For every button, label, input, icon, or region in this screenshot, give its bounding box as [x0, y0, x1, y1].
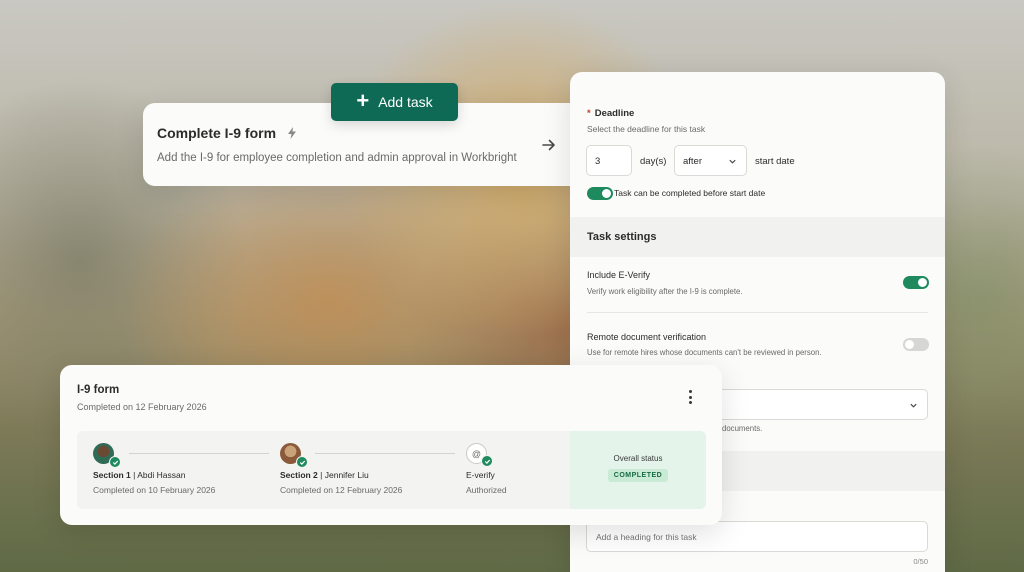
step-section-1: Section 1 | Abdi Hassan Completed on 10 … — [93, 443, 215, 495]
add-task-button[interactable]: + Add task — [331, 83, 458, 121]
remote-verification-title: Remote document verification — [587, 332, 707, 342]
early-completion-label: Task can be completed before start date — [614, 188, 766, 198]
deadline-subtitle: Select the deadline for this task — [587, 124, 706, 134]
documents-note: documents. — [722, 424, 763, 433]
more-options-icon[interactable] — [683, 389, 697, 405]
status-badge: COMPLETED — [607, 469, 669, 482]
chevron-down-icon — [910, 403, 917, 408]
task-heading-input[interactable] — [586, 521, 928, 552]
bolt-icon — [288, 127, 297, 139]
deadline-label: * Deadline — [587, 108, 634, 119]
add-task-label: Add task — [378, 94, 433, 110]
avatar — [280, 443, 308, 468]
task-description: Add the I-9 for employee completion and … — [157, 152, 517, 164]
overall-status: Overall status COMPLETED — [570, 431, 706, 509]
everify-subtitle: Verify work eligibility after the I-9 is… — [587, 287, 743, 296]
step-person: Jennifer Liu — [324, 470, 369, 480]
step-section: Section 1 — [93, 470, 131, 480]
check-icon — [109, 456, 121, 468]
overall-status-label: Overall status — [613, 454, 663, 463]
step-label: E-verify — [466, 470, 507, 480]
step-section: Section 2 — [280, 470, 318, 480]
relation-value: after — [683, 156, 703, 167]
plus-icon: + — [356, 88, 370, 113]
step-date: Completed on 12 February 2026 — [280, 485, 403, 495]
heading-char-counter: 0/50 — [913, 557, 928, 566]
step-everify: @ E-verify Authorized — [466, 443, 507, 495]
avatar — [93, 443, 121, 468]
days-input[interactable]: 3 — [586, 145, 632, 176]
divider — [587, 312, 928, 313]
step-date: Authorized — [466, 485, 507, 495]
task-settings-title: Task settings — [587, 231, 657, 243]
deadline-label-text: Deadline — [594, 108, 635, 119]
i9-subtitle: Completed on 12 February 2026 — [77, 402, 207, 412]
step-date: Completed on 10 February 2026 — [93, 485, 216, 495]
everify-icon: @ — [466, 443, 493, 467]
step-section: E-verify — [466, 470, 495, 480]
remote-verification-subtitle: Use for remote hires whose documents can… — [587, 348, 822, 357]
step-label: Section 1 | Abdi Hassan — [93, 470, 186, 480]
early-completion-toggle[interactable] — [587, 187, 613, 200]
i9-form-card: I-9 form Completed on 12 February 2026 S… — [60, 365, 722, 525]
i9-title: I-9 form — [77, 384, 120, 396]
arrow-right-icon[interactable] — [540, 136, 558, 154]
everify-title: Include E-Verify — [587, 270, 651, 280]
task-title: Complete I-9 form — [157, 125, 277, 141]
anchor-label: start date — [755, 156, 795, 167]
chevron-down-icon — [729, 159, 736, 164]
remote-verification-toggle[interactable] — [903, 338, 929, 351]
progress-steps: Section 1 | Abdi Hassan Completed on 10 … — [77, 431, 706, 509]
required-marker: * — [587, 108, 591, 119]
check-icon — [481, 455, 493, 467]
check-icon — [296, 456, 308, 468]
days-unit-label: day(s) — [640, 156, 667, 167]
everify-toggle[interactable] — [903, 276, 929, 289]
relation-select[interactable]: after — [674, 145, 747, 176]
step-person: Abdi Hassan — [137, 470, 186, 480]
step-label: Section 2 | Jennifer Liu — [280, 470, 369, 480]
step-section-2: Section 2 | Jennifer Liu Completed on 12… — [280, 443, 402, 495]
